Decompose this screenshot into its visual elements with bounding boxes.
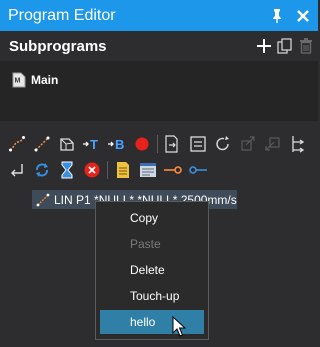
- copy-subprogram-icon[interactable]: [276, 37, 294, 55]
- display-icon[interactable]: [137, 160, 159, 180]
- menu-item-copy[interactable]: Copy: [100, 206, 204, 230]
- menu-item-paste[interactable]: Paste: [100, 232, 204, 256]
- subprograms-title: Subprograms: [9, 37, 107, 55]
- subprogram-label: Main: [31, 73, 59, 87]
- subprograms-header: Subprograms: [0, 31, 318, 61]
- svg-text:T: T: [90, 137, 98, 152]
- subprogram-list: M Main: [0, 61, 318, 121]
- branch-icon[interactable]: [287, 134, 309, 154]
- call-program-icon[interactable]: [162, 134, 184, 154]
- stop-record-icon[interactable]: [131, 134, 153, 154]
- add-subprogram-icon[interactable]: [255, 37, 273, 55]
- move-joint-icon[interactable]: [6, 134, 28, 154]
- menu-item-delete[interactable]: Delete: [100, 258, 204, 282]
- refresh-icon[interactable]: [31, 160, 53, 180]
- toolbar-separator: [107, 161, 108, 179]
- toolbar-row-2: [6, 160, 212, 180]
- error-icon[interactable]: [81, 160, 103, 180]
- move-circular-icon[interactable]: [56, 134, 78, 154]
- svg-text:M: M: [15, 78, 21, 85]
- toolbar-separator: [157, 135, 158, 153]
- return-icon[interactable]: [6, 160, 28, 180]
- subprogram-item-main[interactable]: M Main: [12, 72, 58, 88]
- svg-text:B: B: [115, 137, 124, 152]
- mouse-cursor-icon: [172, 316, 186, 337]
- comment-icon[interactable]: [187, 134, 209, 154]
- window-title: Program Editor: [8, 6, 116, 24]
- toolbar-row-1: T B: [6, 134, 312, 154]
- context-menu: Copy Paste Delete Touch-up hello: [95, 201, 209, 340]
- wait-icon[interactable]: [56, 160, 78, 180]
- set-base-icon[interactable]: B: [106, 134, 128, 154]
- menu-item-touch-up[interactable]: Touch-up: [100, 284, 204, 308]
- set-output-icon[interactable]: [162, 160, 184, 180]
- module-file-icon: M: [12, 72, 26, 88]
- menu-item-hello[interactable]: hello: [100, 310, 204, 334]
- pin-icon[interactable]: [266, 5, 288, 27]
- rejoin-icon[interactable]: [262, 134, 284, 154]
- set-tool-icon[interactable]: T: [81, 134, 103, 154]
- move-linear-icon: [36, 193, 50, 206]
- loop-icon[interactable]: [212, 134, 234, 154]
- jump-icon[interactable]: [237, 134, 259, 154]
- delete-subprogram-icon[interactable]: [297, 37, 315, 55]
- title-bar: Program Editor: [0, 0, 318, 31]
- note-icon[interactable]: [112, 160, 134, 180]
- close-icon[interactable]: [292, 5, 314, 27]
- move-linear-icon[interactable]: [31, 134, 53, 154]
- get-input-icon[interactable]: [187, 160, 209, 180]
